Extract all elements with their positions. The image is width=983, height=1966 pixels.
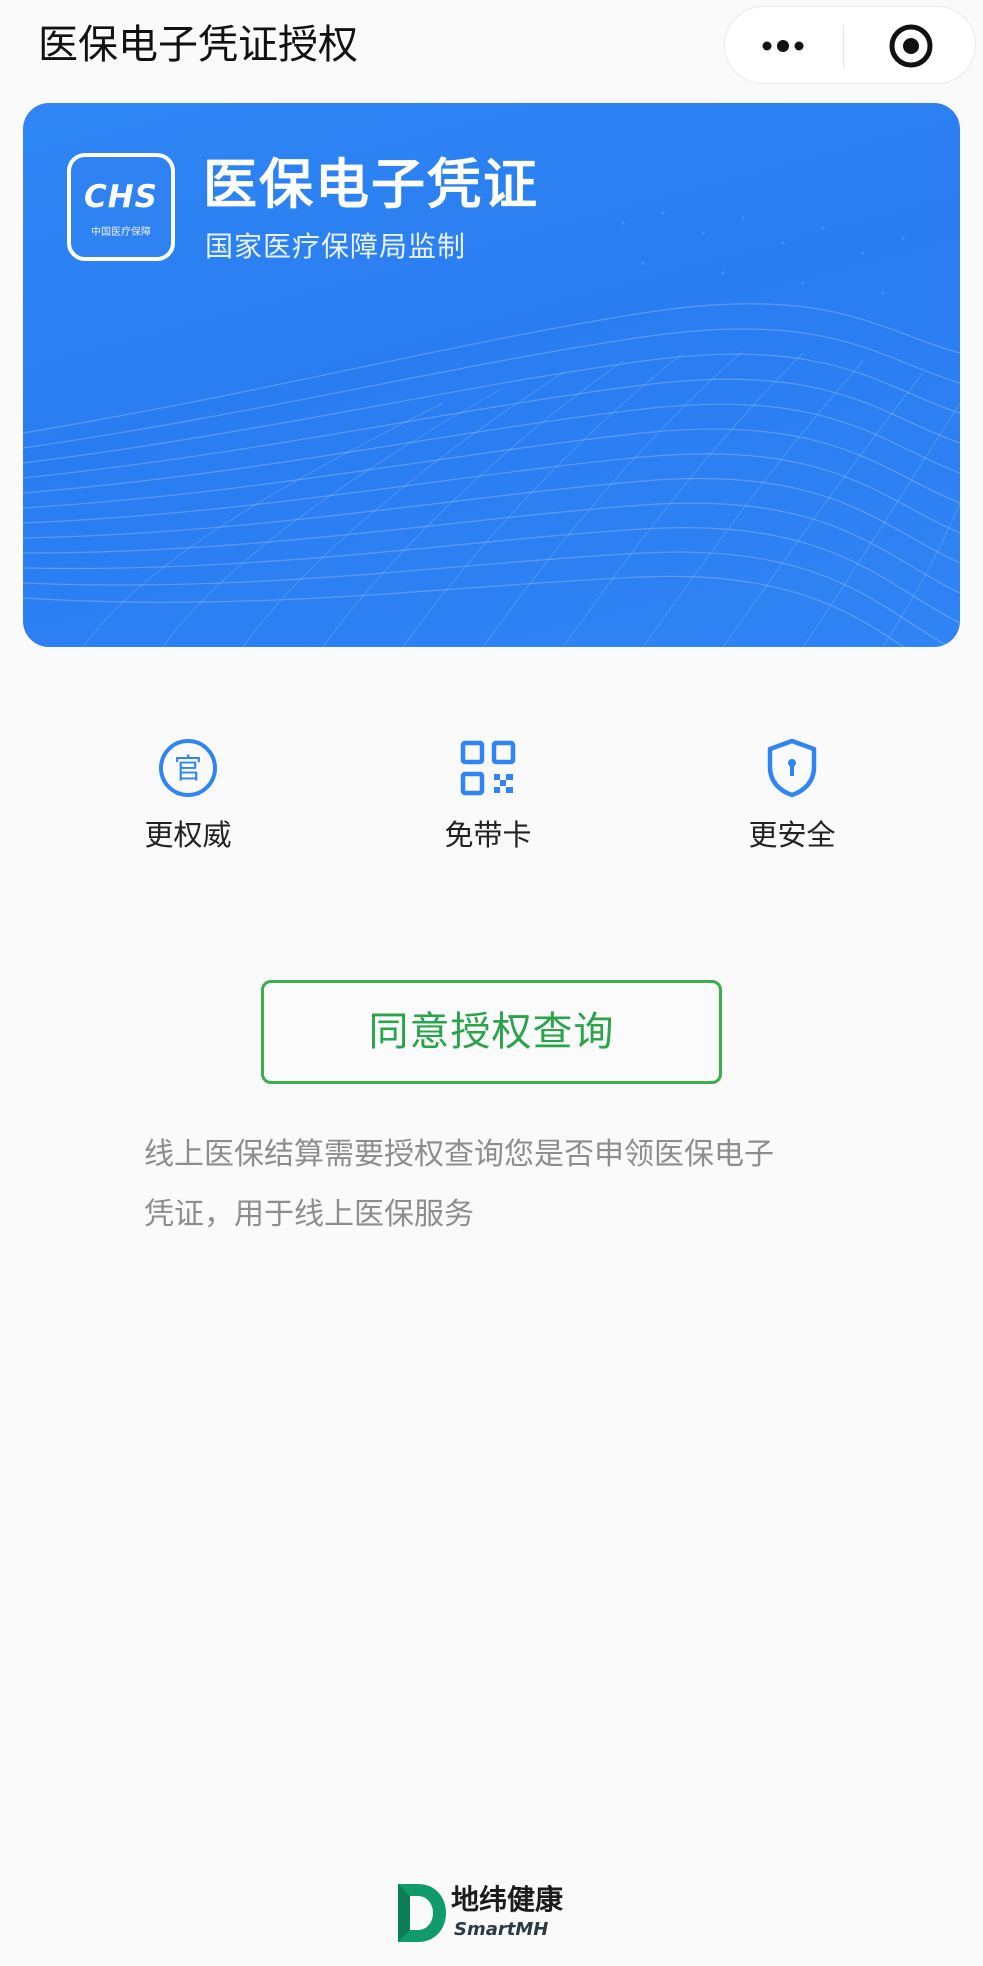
more-dots-icon	[762, 40, 804, 52]
agree-authorize-button[interactable]: 同意授权查询	[261, 980, 722, 1084]
feature-label: 更安全	[748, 818, 836, 852]
target-circle-icon	[889, 24, 933, 68]
svg-text:官: 官	[174, 752, 202, 785]
brand-english-name: SmartMH	[454, 1919, 549, 1940]
logo-subtext: 中国医疗保障	[91, 227, 151, 238]
credential-banner: CHS 中国医疗保障 医保电子凭证 国家医疗保障局监制	[23, 103, 960, 647]
shield-lock-icon	[767, 738, 817, 798]
footer-brand: 地纬健康 SmartMH	[396, 1882, 596, 1948]
more-button[interactable]	[725, 7, 843, 85]
page-title: 医保电子凭证授权	[38, 22, 358, 68]
brand-name: 地纬健康	[451, 1883, 564, 1916]
chs-logo: CHS 中国医疗保障	[67, 153, 175, 261]
official-seal-icon: 官	[159, 739, 217, 797]
brand-logo-icon	[398, 1884, 446, 1942]
feature-label: 更权威	[144, 818, 232, 852]
feature-label: 免带卡	[444, 818, 532, 852]
description-line-1: 线上医保结算需要授权查询您是否申领医保电子	[144, 1137, 774, 1172]
banner-subtitle: 国家医疗保障局监制	[205, 230, 467, 263]
authorization-description: 线上医保结算需要授权查询您是否申领医保电子 凭证，用于线上医保服务	[144, 1125, 844, 1245]
close-button[interactable]	[844, 7, 977, 85]
feature-secure: 更安全	[692, 735, 892, 855]
feature-no-card: 免带卡	[388, 735, 588, 855]
feature-authoritative: 官 更权威	[88, 735, 288, 855]
qr-code-icon	[460, 740, 516, 796]
logo-text: CHS	[83, 179, 159, 215]
banner-title: 医保电子凭证	[203, 153, 539, 216]
description-line-2: 凭证，用于线上医保服务	[144, 1197, 474, 1232]
mini-program-capsule	[724, 6, 976, 84]
nav-bar: 医保电子凭证授权	[0, 0, 983, 90]
